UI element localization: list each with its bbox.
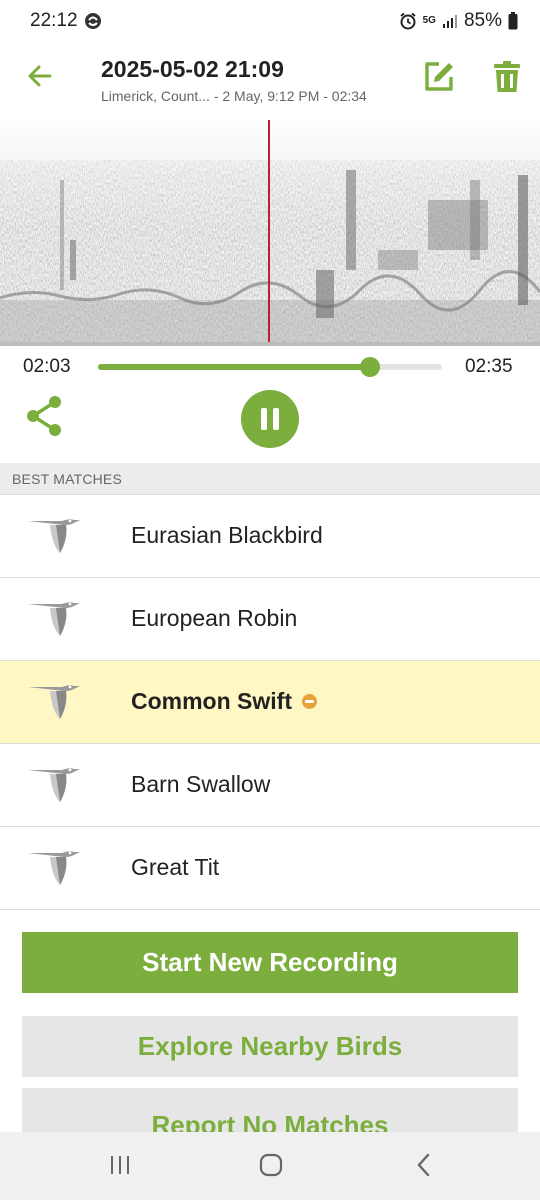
share-icon — [25, 395, 65, 442]
edit-button[interactable] — [420, 60, 458, 98]
current-time: 02:03 — [23, 356, 71, 377]
signal-icon — [442, 13, 458, 29]
recording-header: 2025-05-02 21:09 Limerick, Count... - 2 … — [0, 48, 540, 118]
seek-bar[interactable] — [98, 357, 442, 377]
bird-species-name: Great Tit — [131, 854, 220, 880]
match-row[interactable]: Eurasian Blackbird — [0, 495, 540, 578]
bird-icon — [26, 847, 82, 887]
trash-icon — [492, 60, 522, 99]
system-nav-bar — [0, 1132, 540, 1200]
bird-icon — [26, 598, 82, 638]
spectrogram[interactable] — [0, 120, 540, 346]
match-name: Great Tit — [131, 854, 219, 881]
pause-icon — [258, 408, 282, 430]
rare-status-icon — [302, 694, 317, 709]
status-time: 22:12 — [30, 10, 78, 31]
bird-species-name: Barn Swallow — [131, 771, 271, 797]
matches-list: Eurasian Blackbird European Robin Common S… — [0, 495, 540, 910]
status-bar: 22:12 5G 85% — [0, 0, 540, 42]
match-name: European Robin — [131, 605, 297, 632]
match-row[interactable]: European Robin — [0, 578, 540, 661]
audio-player: 02:03 02:35 — [0, 346, 540, 458]
bird-icon — [26, 681, 82, 721]
pause-button[interactable] — [241, 390, 299, 448]
alarm-icon — [399, 12, 417, 30]
recording-subtitle: Limerick, Count... - 2 May, 9:12 PM - 02… — [101, 88, 367, 104]
bird-species-name: European Robin — [131, 605, 298, 631]
recents-icon — [108, 1154, 132, 1181]
recording-title: 2025-05-02 21:09 — [101, 56, 284, 82]
battery-icon — [508, 12, 518, 30]
home-button[interactable] — [251, 1152, 291, 1182]
share-button[interactable] — [24, 395, 66, 442]
match-name: Barn Swallow — [131, 771, 270, 798]
battery-percent: 85% — [463, 10, 502, 31]
delete-button[interactable] — [488, 60, 526, 98]
recents-button[interactable] — [100, 1152, 140, 1182]
bird-species-name: Common Swift — [131, 688, 292, 714]
edit-icon — [422, 60, 456, 99]
home-icon — [258, 1152, 284, 1183]
spectrogram-image — [0, 120, 540, 346]
sync-icon — [84, 12, 102, 30]
network-type: 5G — [422, 15, 436, 26]
best-matches-header: BEST MATCHES — [0, 463, 540, 495]
back-button[interactable] — [22, 60, 58, 96]
nav-back-icon — [414, 1152, 434, 1183]
match-row[interactable]: Common Swift — [0, 661, 540, 744]
back-arrow-icon — [26, 62, 54, 95]
nav-back-button[interactable] — [404, 1152, 444, 1182]
playhead-line — [268, 120, 270, 346]
match-row[interactable]: Barn Swallow — [0, 744, 540, 827]
seek-bar-fill — [98, 364, 370, 370]
match-name: Eurasian Blackbird — [131, 522, 323, 549]
bird-species-name: Eurasian Blackbird — [131, 522, 323, 548]
seek-bar-thumb[interactable] — [359, 357, 380, 377]
match-row[interactable]: Great Tit — [0, 827, 540, 910]
explore-nearby-birds-button[interactable]: Explore Nearby Birds — [22, 1016, 518, 1077]
end-time: 02:35 — [465, 356, 513, 377]
bird-icon — [26, 764, 82, 804]
bird-icon — [26, 515, 82, 555]
match-name: Common Swift — [131, 688, 317, 715]
start-new-recording-button[interactable]: Start New Recording — [22, 932, 518, 993]
